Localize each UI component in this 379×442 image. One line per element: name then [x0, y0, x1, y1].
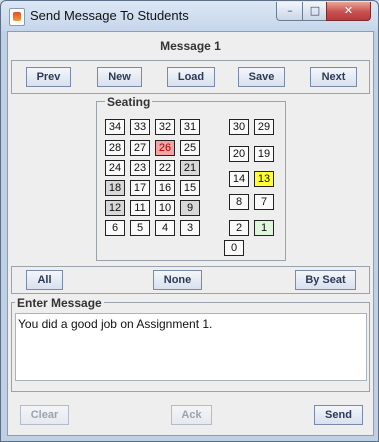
message-textarea[interactable]: You did a good job on Assignment 1. [15, 313, 367, 381]
seat-5[interactable]: 5 [130, 220, 150, 236]
app-window: Send Message To Students – □ ✕ Message 1… [0, 0, 379, 442]
seat-20[interactable]: 20 [229, 146, 249, 162]
title-bar[interactable]: Send Message To Students – □ ✕ [1, 1, 378, 31]
seat-12[interactable]: 12 [105, 200, 125, 216]
window-title: Send Message To Students [30, 8, 189, 23]
load-button[interactable]: Load [167, 67, 215, 87]
selection-panel: All None By Seat [11, 266, 370, 294]
seat-9[interactable]: 9 [180, 200, 200, 216]
save-button[interactable]: Save [238, 67, 285, 87]
seat-27[interactable]: 27 [130, 140, 150, 156]
maximize-button[interactable]: □ [302, 2, 328, 21]
close-icon: ✕ [343, 4, 354, 17]
seat-8[interactable]: 8 [229, 194, 249, 210]
prev-button[interactable]: Prev [26, 67, 71, 87]
seat-28[interactable]: 28 [105, 140, 125, 156]
seat-1[interactable]: 1 [254, 220, 274, 236]
new-button[interactable]: New [97, 67, 142, 87]
seat-10[interactable]: 10 [155, 200, 175, 216]
seat-7[interactable]: 7 [254, 194, 274, 210]
seat-21[interactable]: 21 [180, 160, 200, 176]
ack-button[interactable]: Ack [171, 405, 212, 425]
message-panel: Enter Message You did a good job on Assi… [11, 296, 370, 392]
seating-panel: Seating 34 33 32 31 28 27 26 25 24 23 22 21 18 17 16 15… [96, 95, 286, 261]
seat-17[interactable]: 17 [130, 180, 150, 196]
select-all-button[interactable]: All [26, 270, 63, 290]
seat-29[interactable]: 29 [254, 119, 274, 135]
seat-19[interactable]: 19 [254, 146, 274, 162]
seat-18[interactable]: 18 [105, 180, 125, 196]
seat-4[interactable]: 4 [155, 220, 175, 236]
maximize-icon: □ [309, 4, 321, 17]
seat-26[interactable]: 26 [155, 140, 175, 156]
seat-3[interactable]: 3 [180, 220, 200, 236]
seat-15[interactable]: 15 [180, 180, 200, 196]
seat-13[interactable]: 13 [254, 171, 274, 187]
java-app-icon [9, 8, 25, 26]
seat-0[interactable]: 0 [224, 240, 244, 256]
send-button[interactable]: Send [314, 405, 363, 425]
message-panel-title: Enter Message [15, 296, 104, 310]
seat-23[interactable]: 23 [130, 160, 150, 176]
minimize-button[interactable]: – [276, 2, 304, 21]
seat-24[interactable]: 24 [105, 160, 125, 176]
seat-25[interactable]: 25 [180, 140, 200, 156]
seat-32[interactable]: 32 [155, 119, 175, 135]
seat-33[interactable]: 33 [130, 119, 150, 135]
seat-31[interactable]: 31 [180, 119, 200, 135]
seat-11[interactable]: 11 [130, 200, 150, 216]
navigation-panel: Prev New Load Save Next [11, 60, 370, 94]
close-button[interactable]: ✕ [326, 2, 371, 21]
seat-30[interactable]: 30 [229, 119, 249, 135]
seat-14[interactable]: 14 [229, 171, 249, 187]
seating-title: Seating [105, 95, 153, 109]
seat-34[interactable]: 34 [105, 119, 125, 135]
seat-22[interactable]: 22 [155, 160, 175, 176]
select-by-seat-button[interactable]: By Seat [295, 270, 356, 290]
content-pane: Message 1 Prev New Load Save Next Seatin… [7, 31, 374, 436]
minimize-icon: – [287, 4, 293, 17]
seat-16[interactable]: 16 [155, 180, 175, 196]
select-none-button[interactable]: None [153, 270, 202, 290]
next-button[interactable]: Next [310, 67, 357, 87]
seat-2[interactable]: 2 [229, 220, 249, 236]
clear-button[interactable]: Clear [20, 405, 69, 425]
seat-6[interactable]: 6 [105, 220, 125, 236]
message-title: Message 1 [160, 39, 221, 53]
